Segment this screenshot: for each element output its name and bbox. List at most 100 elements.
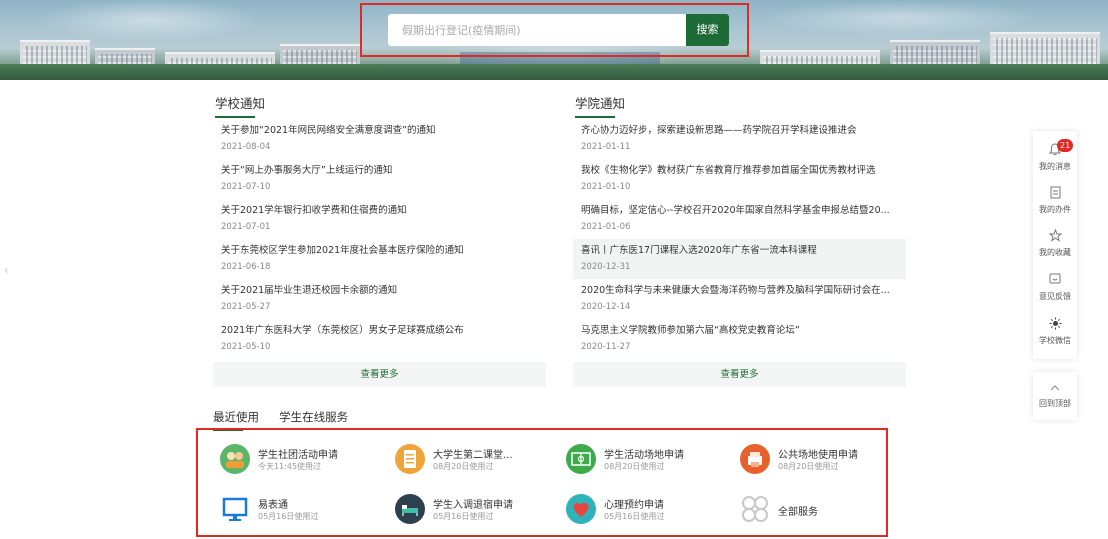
notice-item[interactable]: 2020生命科学与未来健康大会暨海洋药物与营养及脑科学国际研讨会在... 202… (573, 279, 906, 319)
service-name: 大学生第二课堂... (433, 450, 513, 461)
sidebar-label: 学校微信 (1039, 336, 1071, 345)
notice-item[interactable]: 关于参加“2021年网民网络安全满意度调查”的通知 2021-08-04 (213, 119, 546, 159)
notice-date: 2021-07-01 (221, 222, 271, 232)
notice-title[interactable]: 关于参加“2021年网民网络安全满意度调查”的通知 (221, 124, 546, 138)
service-dorm-application[interactable]: 学生入调退宿申请 05月16日使用过 (395, 494, 545, 528)
service-last-used: 08月20日使用过 (433, 462, 494, 471)
school-notices-panel: 学校通知 关于参加“2021年网民网络安全满意度调查”的通知 2021-08-0… (213, 93, 546, 387)
notice-date: 2020-12-14 (581, 302, 631, 312)
notice-item[interactable]: 关于东莞校区学生参加2021年度社会基本医疗保险的通知 2021-06-18 (213, 239, 546, 279)
group-icon (220, 444, 250, 474)
notice-item[interactable]: 齐心协力迈好步，探索建设新思路——药学院召开学科建设推进会 2021-01-11 (573, 119, 906, 159)
notice-date: 2020-11-27 (581, 342, 631, 352)
notice-item[interactable]: 2021年广东医科大学（东莞校区）男女子足球赛成绩公布 2021-05-10 (213, 319, 546, 359)
school-notices-title: 学校通知 (213, 93, 546, 119)
bed-icon (395, 494, 425, 524)
notice-title[interactable]: 2020生命科学与未来健康大会暨海洋药物与营养及脑科学国际研讨会在... (581, 284, 906, 298)
sidebar-wechat[interactable]: 学校微信 (1033, 317, 1077, 346)
notice-title[interactable]: 明确目标，坚定信心--学校召开2020年国家自然科学基金申报总结暨20... (581, 204, 906, 218)
notice-date: 2020-12-31 (581, 262, 631, 272)
chevron-left-icon[interactable]: ‹ (4, 263, 9, 277)
notice-title[interactable]: 我校《生物化学》教材获广东省教育厅推荐参加首届全国优秀教材评选 (581, 164, 906, 178)
notice-date: 2021-05-10 (221, 342, 271, 352)
sidebar-label: 意见反馈 (1039, 292, 1071, 301)
service-name: 易表通 (258, 500, 288, 511)
sidebar-label: 我的收藏 (1039, 248, 1071, 257)
college-notices-panel: 学院通知 齐心协力迈好步，探索建设新思路——药学院召开学科建设推进会 2021-… (573, 93, 906, 387)
grid-icon (740, 494, 770, 524)
sidebar-feedback[interactable]: 意见反馈 (1033, 273, 1077, 302)
service-name: 学生社团活动申请 (258, 450, 338, 461)
sidebar-messages[interactable]: 21 我的消息 (1033, 139, 1077, 172)
service-all[interactable]: 全部服务 (740, 494, 890, 528)
search-button[interactable]: 搜索 (686, 14, 729, 46)
notice-date: 2021-08-04 (221, 142, 271, 152)
tab-recent[interactable]: 最近使用 (213, 409, 259, 431)
service-last-used: 08月20日使用过 (778, 462, 839, 471)
back-to-top-button[interactable]: 回到顶部 (1033, 372, 1077, 420)
notice-title[interactable]: 关于2021学年银行扣收学费和住宿费的通知 (221, 204, 546, 218)
notice-title[interactable]: 齐心协力迈好步，探索建设新思路——药学院召开学科建设推进会 (581, 124, 906, 138)
clipboard-icon (395, 444, 425, 474)
banner-trees (0, 64, 1108, 80)
notice-date: 2021-01-10 (581, 182, 631, 192)
search-input[interactable] (388, 14, 686, 46)
notice-date: 2021-05-27 (221, 302, 271, 312)
service-name: 公共场地使用申请 (778, 450, 858, 461)
college-notices-more-button[interactable]: 查看更多 (573, 362, 906, 387)
star-icon (1033, 228, 1077, 245)
services-tabs: 最近使用 学生在线服务 (213, 406, 363, 431)
notice-title[interactable]: 关于东莞校区学生参加2021年度社会基本医疗保险的通知 (221, 244, 546, 258)
heart-icon (566, 494, 596, 524)
service-last-used: 08月20日使用过 (604, 462, 665, 471)
notice-title[interactable]: 2021年广东医科大学（东莞校区）男女子足球赛成绩公布 (221, 324, 546, 338)
notice-title[interactable]: 喜讯丨广东医17门课程入选2020年广东省一流本科课程 (581, 244, 906, 258)
notice-date: 2021-01-11 (581, 142, 631, 152)
notice-item[interactable]: 关于“网上办事服务大厅”上线运行的通知 2021-07-10 (213, 159, 546, 199)
service-last-used: 05月16日使用过 (604, 512, 665, 521)
notice-date: 2021-06-18 (221, 262, 271, 272)
service-name: 学生入调退宿申请 (433, 500, 513, 511)
notice-date: 2021-01-06 (581, 222, 631, 232)
notice-title[interactable]: 关于“网上办事服务大厅”上线运行的通知 (221, 164, 546, 178)
service-activity-venue[interactable]: 学生活动场地申请 08月20日使用过 (566, 444, 716, 478)
tab-student-services[interactable]: 学生在线服务 (279, 409, 348, 429)
service-name: 学生活动场地申请 (604, 450, 684, 461)
field-icon (566, 444, 596, 474)
sidebar-label: 我的消息 (1039, 162, 1071, 171)
floating-sidebar: 21 我的消息 我的办件 我的收藏 意见反馈 学校微信 (1033, 131, 1077, 359)
document-icon (1033, 186, 1077, 202)
service-last-used: 05月16日使用过 (433, 512, 494, 521)
service-last-used: 今天11:45使用过 (258, 462, 322, 471)
service-last-used: 05月16日使用过 (258, 512, 319, 521)
chevron-up-icon (1033, 380, 1077, 396)
school-notices-more-button[interactable]: 查看更多 (213, 362, 546, 387)
sidebar-top[interactable]: 回到顶部 (1033, 380, 1077, 409)
unread-badge: 21 (1057, 139, 1074, 152)
sun-icon (1033, 317, 1077, 333)
college-notices-title: 学院通知 (573, 93, 906, 119)
notice-item[interactable]: 关于2021届毕业生退还校园卡余额的通知 2021-05-27 (213, 279, 546, 319)
service-second-classroom[interactable]: 大学生第二课堂... 08月20日使用过 (395, 444, 545, 478)
service-yibiaotong[interactable]: 易表通 05月16日使用过 (220, 494, 370, 528)
sidebar-tasks[interactable]: 我的办件 (1033, 186, 1077, 215)
notice-date: 2021-07-10 (221, 182, 271, 192)
monitor-icon (220, 494, 250, 524)
sidebar-favorites[interactable]: 我的收藏 (1033, 228, 1077, 258)
service-club-activity[interactable]: 学生社团活动申请 今天11:45使用过 (220, 444, 370, 478)
notice-item[interactable]: 我校《生物化学》教材获广东省教育厅推荐参加首届全国优秀教材评选 2021-01-… (573, 159, 906, 199)
service-name: 全部服务 (778, 507, 818, 518)
notice-title[interactable]: 关于2021届毕业生退还校园卡余额的通知 (221, 284, 546, 298)
sidebar-label: 我的办件 (1039, 205, 1071, 214)
notice-item[interactable]: 明确目标，坚定信心--学校召开2020年国家自然科学基金申报总结暨20... 2… (573, 199, 906, 239)
notice-item[interactable]: 喜讯丨广东医17门课程入选2020年广东省一流本科课程 2020-12-31 (573, 239, 906, 279)
chat-icon (1033, 273, 1077, 289)
service-name: 心理预约申请 (604, 500, 664, 511)
service-public-venue[interactable]: 公共场地使用申请 08月20日使用过 (740, 444, 890, 478)
notice-title[interactable]: 马克思主义学院教师参加第六届“高校党史教育论坛” (581, 324, 906, 338)
service-psych-appointment[interactable]: 心理预约申请 05月16日使用过 (566, 494, 716, 528)
notice-item[interactable]: 关于2021学年银行扣收学费和住宿费的通知 2021-07-01 (213, 199, 546, 239)
sidebar-label: 回到顶部 (1039, 399, 1071, 408)
printer-icon (740, 444, 770, 474)
notice-item[interactable]: 马克思主义学院教师参加第六届“高校党史教育论坛” 2020-11-27 (573, 319, 906, 359)
